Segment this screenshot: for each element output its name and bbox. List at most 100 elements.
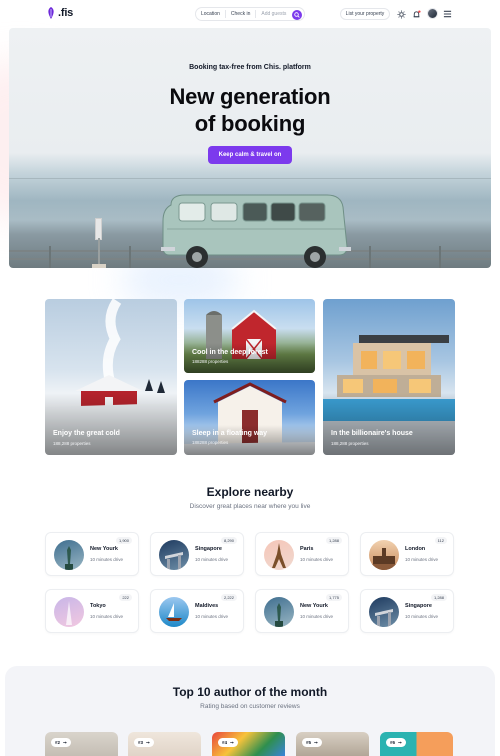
bell-icon[interactable] <box>410 8 422 20</box>
search-bar[interactable]: Location Check in Add guests <box>195 7 305 21</box>
place-badge: 222 <box>119 594 132 601</box>
checkin-field[interactable]: Check in <box>226 11 255 17</box>
rank-tag: #2 ➞ <box>51 738 71 747</box>
place-name: Singapore <box>195 546 222 552</box>
nearby-card[interactable]: New Yourk 10 minutes drive 1,900 <box>45 532 139 576</box>
location-field[interactable]: Location <box>196 11 225 17</box>
hero-subtitle: Booking tax-free from Chis. platform <box>189 64 311 71</box>
avatar[interactable] <box>427 8 438 19</box>
place-drive: 10 minutes drive <box>405 614 439 619</box>
place-name: Maldives <box>195 603 219 609</box>
place-badge: 1,900 <box>115 537 132 544</box>
arrow-right-icon: ➞ <box>398 739 402 745</box>
author-card[interactable]: #3 ➞ <box>128 732 201 756</box>
feature-title: Cool in the deep forest <box>192 349 268 356</box>
place-name: Singapore <box>405 603 432 609</box>
rank-number: #2 <box>55 740 61 745</box>
section-subtitle: Discover great places near where you liv… <box>189 503 311 510</box>
place-drive: 10 minutes drive <box>195 557 229 562</box>
nearby-card[interactable]: Paris 10 minutes drive 1,288 <box>255 532 349 576</box>
rail-post <box>129 246 131 268</box>
place-name: Paris <box>300 546 314 552</box>
place-drive: 10 minutes drive <box>195 614 229 619</box>
menu-icon[interactable] <box>441 8 453 20</box>
place-name: London <box>405 546 426 552</box>
arrow-right-icon: ➞ <box>314 739 318 745</box>
place-thumb <box>369 597 399 627</box>
hero-banner: Booking tax-free from Chis. platform New… <box>9 28 491 268</box>
author-card[interactable]: #5 ➞ <box>296 732 369 756</box>
author-card[interactable]: #6 ➞ <box>380 732 453 756</box>
feature-title: In the billionaire's house <box>331 430 413 437</box>
section-title: Top 10 author of the month <box>172 685 328 699</box>
place-badge: 2,222 <box>220 594 237 601</box>
arrow-right-icon: ➞ <box>146 739 150 745</box>
place-drive: 10 minutes drive <box>90 614 124 619</box>
feature-count: 188,288 properties <box>331 441 369 446</box>
hero-title-line: New generation <box>169 84 331 109</box>
rank-number: #3 <box>138 740 144 745</box>
place-drive: 10 minutes drive <box>300 614 334 619</box>
rank-tag: #6 ➞ <box>386 738 406 747</box>
feature-title: Enjoy the great cold <box>53 430 120 437</box>
rail-post <box>369 246 371 268</box>
sun-icon[interactable] <box>395 8 407 20</box>
place-thumb <box>159 540 189 570</box>
place-thumb <box>54 540 84 570</box>
rank-tag: #5 ➞ <box>302 738 322 747</box>
nearby-card[interactable]: Tokyo 10 minutes drive 222 <box>45 589 139 633</box>
nearby-card[interactable]: Maldives 10 minutes drive 2,222 <box>150 589 244 633</box>
feature-count: 188288 properties <box>192 359 229 364</box>
rank-number: #6 <box>390 740 396 745</box>
rail-post <box>49 246 51 268</box>
place-drive: 10 minutes drive <box>405 557 439 562</box>
place-badge: 112 <box>434 537 447 544</box>
search-icon <box>294 12 300 18</box>
arrow-right-icon: ➞ <box>230 739 234 745</box>
place-thumb <box>264 540 294 570</box>
hero-title-line: of booking <box>194 111 306 136</box>
road-sign <box>95 218 102 240</box>
logo-icon <box>48 7 54 19</box>
place-thumb <box>159 597 189 627</box>
hero-cta-button[interactable]: Keep calm & travel on <box>208 146 292 164</box>
feature-title: Sleep in a floating way <box>192 430 268 437</box>
sign-pole <box>98 238 100 264</box>
feature-card[interactable]: Sleep in a floating way 188288 propertie… <box>184 380 315 455</box>
feature-card[interactable]: Enjoy the great cold 188,288 properties <box>45 299 177 455</box>
place-drive: 10 minutes drive <box>300 557 334 562</box>
section-subtitle: Rating based on customer reviews <box>200 703 300 710</box>
place-drive: 10 minutes drive <box>90 557 124 562</box>
section-title: Explore nearby <box>206 485 294 499</box>
hero-title: New generation of booking <box>9 83 491 137</box>
feature-card[interactable]: Cool in the deep forest 188288 propertie… <box>184 299 315 373</box>
guests-field[interactable]: Add guests <box>256 11 291 17</box>
place-badge: 8,290 <box>220 537 237 544</box>
horizon <box>9 178 491 179</box>
list-property-button[interactable]: List your property <box>340 8 390 20</box>
rank-tag: #4 ➞ <box>218 738 238 747</box>
feature-count: 188,288 properties <box>53 441 91 446</box>
search-button[interactable] <box>292 10 302 20</box>
place-badge: 1,288 <box>325 537 342 544</box>
logo[interactable]: .fis <box>46 7 73 19</box>
nearby-card[interactable]: London 10 minutes drive 112 <box>360 532 454 576</box>
place-name: New Yourk <box>300 603 328 609</box>
van-illustration <box>161 194 351 268</box>
nearby-card[interactable]: Singapore 10 minutes drive 8,290 <box>150 532 244 576</box>
place-name: Tokyo <box>90 603 106 609</box>
place-thumb <box>264 597 294 627</box>
sign-base <box>92 264 106 268</box>
place-name: New Yourk <box>90 546 118 552</box>
page: .fis Location Check in Add guests List y… <box>0 0 500 756</box>
author-card[interactable]: #4 ➞ <box>212 732 285 756</box>
place-thumb <box>54 597 84 627</box>
rank-number: #4 <box>222 740 228 745</box>
place-badge: 1,288 <box>430 594 447 601</box>
author-card[interactable]: #2 ➞ <box>45 732 118 756</box>
nearby-card[interactable]: New Yourk 10 minutes drive 1,775 <box>255 589 349 633</box>
logo-text: .fis <box>58 7 74 19</box>
nearby-card[interactable]: Singapore 10 minutes drive 1,288 <box>360 589 454 633</box>
header: .fis Location Check in Add guests List y… <box>0 0 500 28</box>
feature-card[interactable]: In the billionaire's house 188,288 prope… <box>323 299 455 455</box>
